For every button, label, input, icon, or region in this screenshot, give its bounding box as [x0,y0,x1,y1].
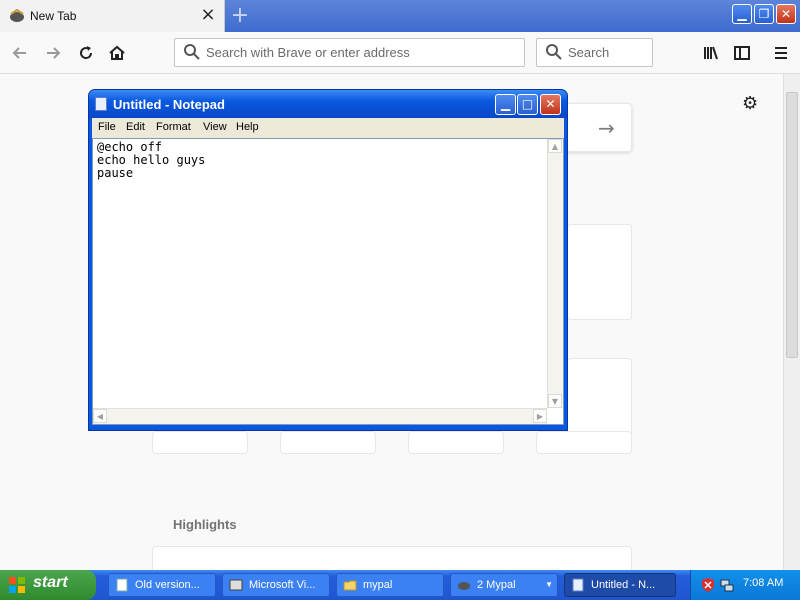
notepad-text[interactable]: @echo off echo hello guys pause [97,141,545,405]
arrow-left-icon [12,47,26,59]
sidebar-icon [734,46,750,60]
search-go-card[interactable]: → [565,103,632,152]
menu-format[interactable]: Format [156,121,191,133]
menu-icon [775,47,787,59]
tab-new-tab[interactable]: New Tab × [0,0,225,32]
notepad-title: Untitled - Notepad [113,97,225,112]
scroll-up-icon[interactable]: ▲ [548,139,562,153]
start-button[interactable]: start [0,570,96,600]
notepad-close-button[interactable]: ✕ [540,94,561,115]
scroll-right-icon[interactable]: ▶ [533,409,547,423]
chevron-down-icon: ▼ [545,580,553,589]
search-placeholder: Search [568,45,610,60]
search-box[interactable]: Search [536,38,653,67]
reload-button[interactable] [73,40,99,66]
top-site-tile[interactable] [567,224,632,320]
top-site-tile[interactable] [280,431,376,454]
windows-logo-icon [9,577,25,593]
document-icon [116,578,128,592]
clock: 7:08 AM [743,577,784,589]
taskbar: start Old version... Microsoft Vi... myp… [0,570,800,600]
notepad-maximize-button[interactable]: □ [517,94,538,115]
arrow-right-icon [47,47,61,59]
notepad-icon [572,578,584,592]
gear-icon[interactable]: ⚙ [742,93,758,114]
taskbar-item-label: 2 Mypal [477,579,516,591]
taskbar-item-mypal-group[interactable]: 2 Mypal ▼ [450,573,558,597]
tab-title: New Tab [30,9,77,23]
notepad-editor[interactable]: @echo off echo hello guys pause ▲ ▼ ◀ ▶ [92,138,564,425]
top-site-tile[interactable] [536,431,632,454]
menu-help[interactable]: Help [236,121,259,133]
browser-close-button[interactable]: ✕ [776,4,796,24]
taskbar-item-label: Microsoft Vi... [249,579,316,591]
notepad-menubar: File Edit Format View Help [92,118,564,138]
menu-view[interactable]: View [203,121,227,133]
taskbar-item-old-version[interactable]: Old version... [108,573,216,597]
visual-studio-icon [229,579,243,591]
mypal-icon [10,9,24,22]
arrow-right-icon: → [598,116,615,140]
start-label: start [33,574,68,591]
taskbar-item-mypal-folder[interactable]: mypal [336,573,444,597]
browser-maximize-button[interactable]: ❐ [754,4,774,24]
menu-file[interactable]: File [98,121,116,133]
top-site-tile[interactable] [152,431,248,454]
home-icon [109,45,125,60]
library-icon [704,46,718,60]
network-icon[interactable] [719,577,735,593]
scroll-left-icon[interactable]: ◀ [93,409,107,423]
browser-titlebar: New Tab × + ▁ ❐ ✕ [0,0,800,32]
scroll-down-icon[interactable]: ▼ [548,394,562,408]
top-site-tile[interactable] [408,431,504,454]
back-button[interactable] [7,40,33,66]
notepad-icon [95,97,107,111]
notepad-titlebar[interactable]: Untitled - Notepad ▁ □ ✕ [89,90,567,118]
page-scrollbar[interactable] [783,74,800,570]
new-tab-button[interactable]: + [229,5,251,27]
sidebar-button[interactable] [729,40,755,66]
search-icon [546,44,562,60]
forward-button[interactable] [40,40,66,66]
url-placeholder: Search with Brave or enter address [206,45,410,60]
highlights-heading: Highlights [173,517,237,532]
taskbar-item-microsoft-vi[interactable]: Microsoft Vi... [222,573,330,597]
url-bar[interactable]: Search with Brave or enter address [174,38,525,67]
taskbar-item-label: mypal [363,579,393,591]
security-shield-icon[interactable] [701,577,715,593]
menu-edit[interactable]: Edit [126,121,145,133]
search-icon [184,44,200,60]
menu-button[interactable] [768,40,794,66]
taskbar-item-label: Old version... [135,579,200,591]
notepad-minimize-button[interactable]: ▁ [495,94,516,115]
taskbar-item-label: Untitled - N... [591,579,656,591]
notepad-vertical-scrollbar[interactable]: ▲ ▼ [547,139,563,408]
library-button[interactable] [698,40,724,66]
navigation-toolbar: Search with Brave or enter address Searc… [0,32,800,74]
notepad-horizontal-scrollbar[interactable]: ◀ ▶ [93,408,547,424]
taskbar-item-notepad[interactable]: Untitled - N... [564,573,676,597]
home-button[interactable] [104,40,130,66]
page-scrollbar-thumb[interactable] [786,92,798,358]
reload-icon [80,46,93,59]
mypal-icon [458,582,470,590]
system-tray: 7:08 AM [690,570,800,600]
notepad-window: Untitled - Notepad ▁ □ ✕ File Edit Forma… [88,89,568,431]
tab-close-icon[interactable]: × [199,6,217,24]
folder-icon [343,580,357,591]
browser-minimize-button[interactable]: ▁ [732,4,752,24]
